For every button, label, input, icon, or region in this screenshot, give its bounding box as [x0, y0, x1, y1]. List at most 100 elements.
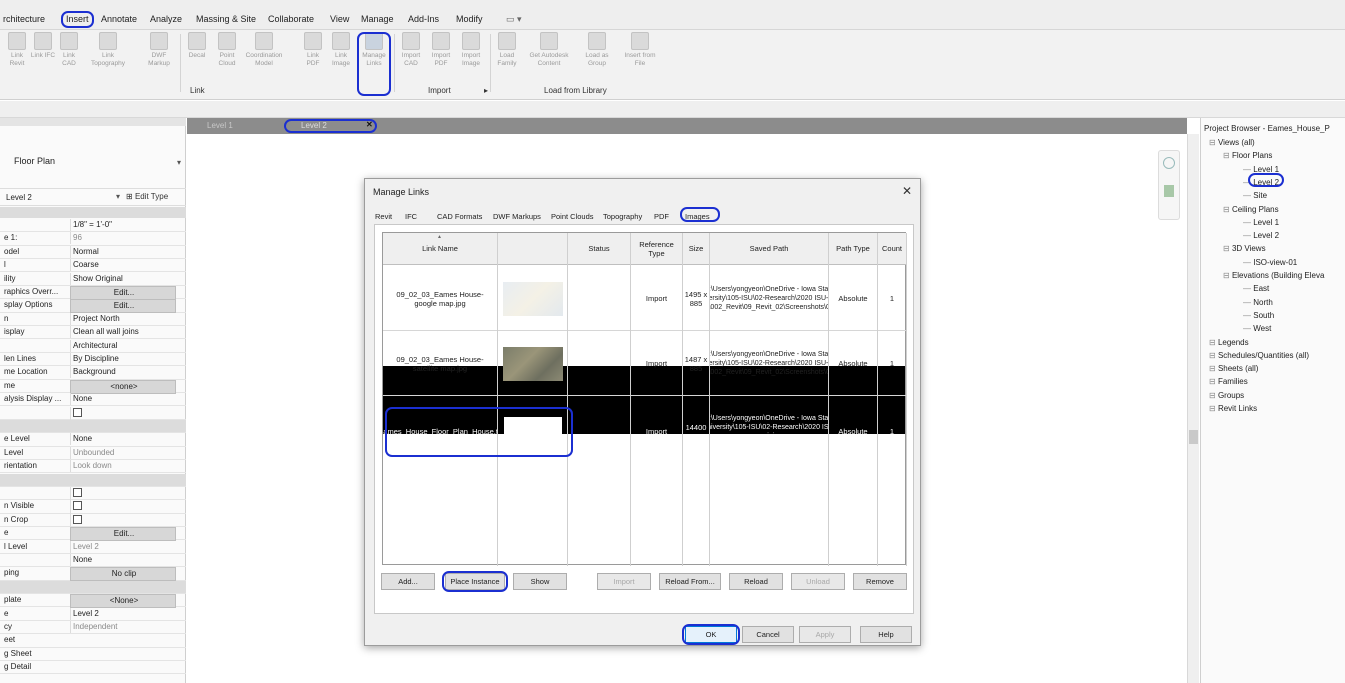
- dialog-tab-revit[interactable]: Revit: [375, 212, 392, 221]
- expand-toggle-icon[interactable]: ⊟: [1209, 364, 1218, 373]
- expand-toggle-icon[interactable]: ⊟: [1209, 377, 1218, 386]
- import-cad-button[interactable]: Import CAD: [398, 32, 424, 68]
- table-cell[interactable]: Eames_House_Floor_Plan_House.tif: [383, 399, 497, 464]
- property-edit-button[interactable]: No clip: [70, 567, 176, 582]
- expand-toggle-icon[interactable]: ⊟: [1223, 271, 1232, 280]
- browser-item[interactable]: — Level 2: [1243, 178, 1279, 187]
- browser-item[interactable]: ⊟ Revit Links: [1209, 404, 1257, 413]
- browser-item[interactable]: ⊟ Ceiling Plans: [1223, 205, 1279, 214]
- browser-item[interactable]: — South: [1243, 311, 1274, 320]
- property-value[interactable]: 1/8" = 1'-0": [70, 219, 176, 231]
- column-header[interactable]: Reference Type: [631, 233, 682, 265]
- dialog-tab-topography[interactable]: Topography: [603, 212, 642, 221]
- tab-insert[interactable]: Insert: [66, 14, 89, 24]
- link-pdf-button[interactable]: Link PDF: [300, 32, 326, 68]
- browser-item[interactable]: ⊟ Legends: [1209, 338, 1249, 347]
- import-panel-expand-icon[interactable]: ▸: [484, 86, 488, 95]
- expand-toggle-icon[interactable]: ⊟: [1223, 151, 1232, 160]
- table-cell[interactable]: 09_02_03_Eames House-google map.jpg: [383, 266, 497, 331]
- property-checkbox[interactable]: [73, 514, 82, 524]
- property-edit-button[interactable]: <None>: [70, 594, 176, 609]
- tab-view[interactable]: View: [330, 14, 349, 24]
- dwf-markup-button[interactable]: DWF Markup: [142, 32, 176, 68]
- property-edit-button[interactable]: Edit...: [70, 286, 176, 300]
- zoom-icon[interactable]: [1164, 185, 1174, 197]
- browser-item[interactable]: ⊟ Elevations (Building Eleva: [1223, 271, 1324, 280]
- link-image-button[interactable]: Link Image: [328, 32, 354, 68]
- property-value[interactable]: Normal: [70, 245, 176, 258]
- import-button[interactable]: Import: [597, 573, 651, 590]
- view-tab-level-2[interactable]: Level 2 ✕: [287, 119, 373, 133]
- close-icon[interactable]: ✕: [366, 119, 373, 131]
- tab-analyze[interactable]: Analyze: [150, 14, 182, 24]
- tab-modify[interactable]: Modify: [456, 14, 483, 24]
- browser-item[interactable]: — East: [1243, 284, 1269, 293]
- manage-links-button[interactable]: Manage Links: [361, 32, 387, 68]
- expand-toggle-icon[interactable]: ⊟: [1209, 351, 1218, 360]
- table-cell[interactable]: [568, 399, 630, 464]
- tab-massing-site[interactable]: Massing & Site: [196, 14, 256, 24]
- column-header[interactable]: Saved Path: [710, 233, 828, 265]
- property-value[interactable]: Architectural: [70, 339, 176, 352]
- view-selector[interactable]: Level 2: [6, 193, 32, 202]
- canvas-scrollbar[interactable]: [1187, 134, 1199, 683]
- browser-item[interactable]: ⊟ 3D Views: [1223, 244, 1266, 253]
- property-value[interactable]: None: [70, 433, 176, 446]
- link-ifc-button[interactable]: Link IFC: [30, 32, 56, 60]
- table-cell[interactable]: C:\Users\yongyeon\OneDrive - Iowa State …: [710, 399, 828, 464]
- expand-toggle-icon[interactable]: ⊟: [1209, 391, 1218, 400]
- property-value[interactable]: By Discipline: [70, 353, 176, 365]
- property-value[interactable]: Show Original: [70, 272, 176, 285]
- table-cell[interactable]: [498, 399, 567, 464]
- import-image-button[interactable]: Import Image: [458, 32, 484, 68]
- load-as-group-button[interactable]: Load as Group: [580, 32, 614, 68]
- load-family-button[interactable]: Load Family: [494, 32, 520, 68]
- property-value[interactable]: Clean all wall joins: [70, 326, 176, 339]
- expand-toggle-icon[interactable]: ⊟: [1209, 338, 1218, 347]
- apply-button[interactable]: Apply: [799, 626, 851, 643]
- property-value[interactable]: Project North: [70, 312, 176, 325]
- table-cell[interactable]: 09_02_03_Eames House-satellite map.jpg: [383, 331, 497, 396]
- link-cad-button[interactable]: Link CAD: [56, 32, 82, 68]
- property-checkbox[interactable]: [73, 407, 82, 417]
- dialog-tab-cad-formats[interactable]: CAD Formats: [437, 212, 482, 221]
- column-header[interactable]: Path Type: [829, 233, 877, 265]
- browser-item[interactable]: — Site: [1243, 191, 1267, 200]
- browser-item[interactable]: — Level 2: [1243, 231, 1279, 240]
- view-tab-level-1[interactable]: Level 1: [193, 120, 273, 133]
- property-value[interactable]: Background: [70, 366, 176, 379]
- expand-toggle-icon[interactable]: ⊟: [1223, 244, 1232, 253]
- insert-from-file-button[interactable]: Insert from File: [620, 32, 660, 68]
- column-header[interactable]: Size: [683, 233, 709, 265]
- tab-manage[interactable]: Manage: [361, 14, 394, 24]
- steering-wheel-icon[interactable]: [1163, 157, 1175, 169]
- browser-item[interactable]: — ISO-view-01: [1243, 258, 1297, 267]
- reload-from-button[interactable]: Reload From...: [659, 573, 721, 590]
- property-value[interactable]: None: [70, 393, 176, 406]
- link-topography-button[interactable]: Link Topography: [88, 32, 128, 68]
- table-cell[interactable]: 14400 x 9600: [683, 399, 709, 464]
- dialog-tab-dwf-markups[interactable]: DWF Markups: [493, 212, 541, 221]
- browser-item[interactable]: — Level 1: [1243, 218, 1279, 227]
- tab-add-ins[interactable]: Add-Ins: [408, 14, 439, 24]
- remove-button[interactable]: Remove: [853, 573, 907, 590]
- property-edit-button[interactable]: Edit...: [70, 299, 176, 314]
- browser-item[interactable]: — North: [1243, 298, 1273, 307]
- dialog-tab-ifc[interactable]: IFC: [405, 212, 417, 221]
- table-cell[interactable]: Import: [631, 399, 682, 464]
- tab-collaborate[interactable]: Collaborate: [268, 14, 314, 24]
- expand-toggle-icon[interactable]: ⊟: [1209, 404, 1218, 413]
- decal-button[interactable]: Decal: [184, 32, 210, 60]
- dialog-tab-point-clouds[interactable]: Point Clouds: [551, 212, 594, 221]
- contextual-dropdown-icon[interactable]: ▭ ▾: [506, 14, 522, 25]
- dialog-tab-images[interactable]: Images: [685, 212, 710, 221]
- selector-chevron-down-icon[interactable]: ▾: [116, 192, 120, 201]
- expand-toggle-icon[interactable]: ⊟: [1209, 138, 1218, 147]
- browser-item[interactable]: ⊟ Floor Plans: [1223, 151, 1272, 160]
- property-value[interactable]: None: [70, 554, 176, 566]
- ok-button[interactable]: OK: [685, 626, 737, 643]
- import-pdf-button[interactable]: Import PDF: [428, 32, 454, 68]
- browser-item[interactable]: — Level 1: [1243, 165, 1279, 174]
- tab-architecture[interactable]: rchitecture: [3, 14, 45, 24]
- property-edit-button[interactable]: Edit...: [70, 527, 176, 542]
